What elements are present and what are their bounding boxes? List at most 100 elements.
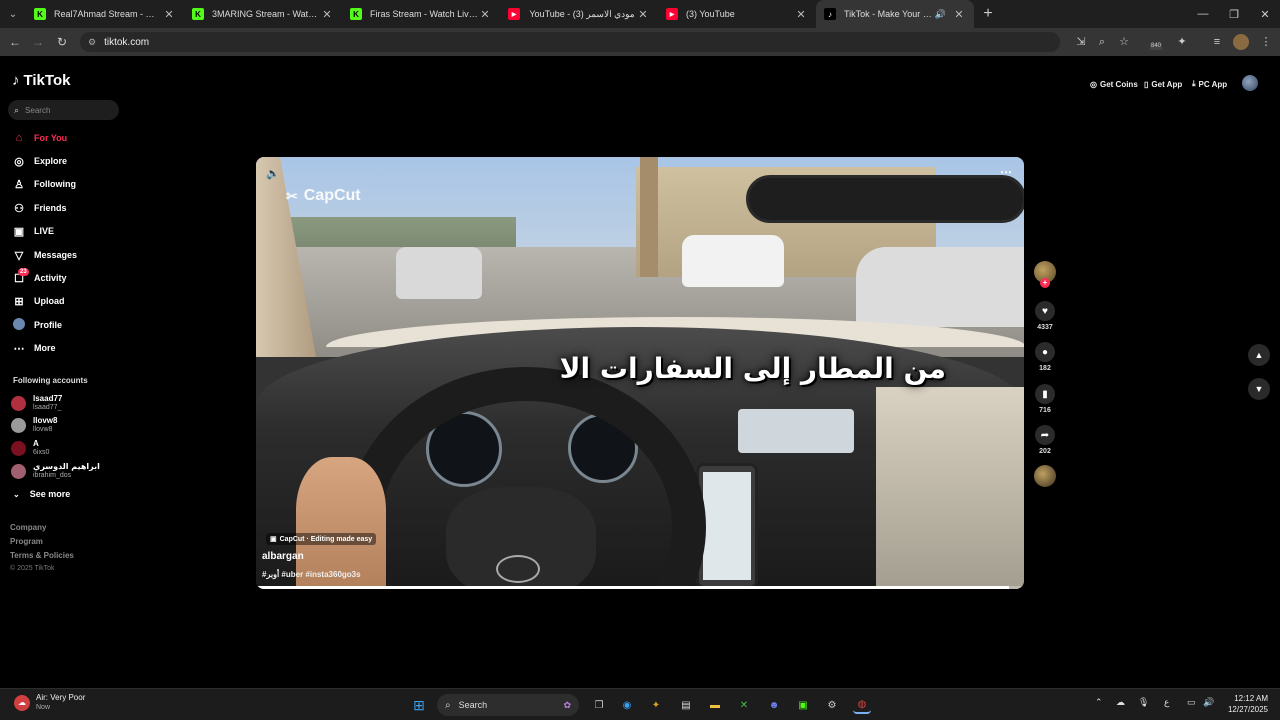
video-player[interactable]: ✂ CapCut من المطار إلى السفارات الا 🔈 ⋯ … bbox=[256, 157, 1024, 589]
following-account[interactable]: llovw8 llovw8 bbox=[11, 416, 57, 434]
address-bar[interactable]: ⚙ tiktok.com bbox=[80, 32, 1060, 52]
save-action[interactable]: ▮ 716 bbox=[1034, 384, 1056, 414]
video-progress-bar[interactable] bbox=[256, 586, 1024, 589]
share-action[interactable]: ➦ 202 bbox=[1034, 425, 1056, 455]
restore-icon[interactable]: ❐ bbox=[1219, 0, 1249, 28]
tray-chevron-icon[interactable]: ⌃ bbox=[1095, 697, 1103, 708]
forward-button[interactable]: → bbox=[26, 35, 50, 49]
copilot-icon[interactable]: ✦ bbox=[647, 696, 665, 714]
see-more-button[interactable]: ⌄ See more bbox=[13, 489, 70, 499]
footer-company-link[interactable]: Company bbox=[10, 523, 46, 532]
onedrive-icon[interactable]: ☁ bbox=[1116, 697, 1125, 708]
profile-avatar-icon[interactable] bbox=[1233, 34, 1249, 50]
chrome-icon[interactable]: ◍ bbox=[853, 696, 871, 714]
nav-more[interactable]: ⋯ More bbox=[12, 340, 56, 356]
sound-disc-icon[interactable] bbox=[1034, 465, 1056, 487]
install-app-icon[interactable]: ⇲ bbox=[1073, 34, 1089, 50]
nav-profile[interactable]: Profile bbox=[12, 317, 62, 333]
bookmark-icon[interactable]: ▮ bbox=[1035, 384, 1055, 404]
nav-following[interactable]: ♙ Following bbox=[12, 176, 76, 192]
search-highlight-icon: ✿ bbox=[563, 699, 571, 710]
nav-upload[interactable]: ⊞ Upload bbox=[12, 293, 64, 309]
friends-icon: ⚇ bbox=[14, 202, 24, 215]
video-hashtags[interactable]: #أوبر #uber #insta360go3s bbox=[262, 570, 361, 579]
nav-explore[interactable]: ◎ Explore bbox=[12, 153, 67, 169]
comment-action[interactable]: ● 182 bbox=[1034, 342, 1056, 372]
task-view-icon[interactable]: ❐ bbox=[590, 696, 608, 714]
user-avatar[interactable] bbox=[1242, 75, 1258, 91]
browser-tab[interactable]: K Real7Ahmad Stream - Watch Li ✕ bbox=[26, 0, 184, 28]
following-account[interactable]: ابراهيم الدوسري ibrahim_dos bbox=[11, 462, 100, 480]
close-tab-icon[interactable]: ✕ bbox=[952, 8, 966, 21]
share-icon[interactable]: ➦ bbox=[1035, 425, 1055, 445]
language-indicator[interactable]: ع bbox=[1164, 697, 1169, 708]
pc-app-button[interactable]: ⤓ PC App bbox=[1192, 78, 1227, 90]
app-icon[interactable]: ▣ bbox=[794, 696, 812, 714]
previous-video-button[interactable]: ▲ bbox=[1248, 344, 1270, 366]
taskbar-search[interactable]: ⌕ Search ✿ bbox=[437, 694, 579, 716]
browser-tab[interactable]: K 3MARING Stream - Watch Live ✕ bbox=[184, 0, 342, 28]
following-account[interactable]: lsaad77 lsaad77_ bbox=[11, 394, 62, 412]
close-tab-icon[interactable]: ✕ bbox=[162, 8, 176, 21]
nav-messages[interactable]: ▽ Messages bbox=[12, 247, 77, 263]
close-tab-icon[interactable]: ✕ bbox=[320, 8, 334, 21]
nav-for-you[interactable]: ⌂ For You bbox=[12, 130, 68, 146]
close-tab-icon[interactable]: ✕ bbox=[478, 8, 492, 21]
follow-plus-icon[interactable]: + bbox=[1040, 278, 1050, 288]
footer-program-link[interactable]: Program bbox=[10, 537, 43, 546]
volume-icon[interactable]: 🔈 bbox=[266, 167, 280, 180]
close-tab-icon[interactable]: ✕ bbox=[794, 8, 808, 21]
reload-button[interactable]: ↻ bbox=[50, 35, 74, 49]
new-tab-button[interactable]: + bbox=[974, 5, 1002, 23]
network-icon[interactable]: ▭ bbox=[1187, 697, 1196, 708]
nav-friends[interactable]: ⚇ Friends bbox=[12, 200, 66, 216]
close-window-icon[interactable]: ✕ bbox=[1250, 0, 1280, 28]
extension-icon[interactable]: 840 bbox=[1149, 34, 1165, 50]
browser-tab[interactable]: ▶ (3) YouTube ✕ bbox=[658, 0, 816, 28]
video-author[interactable]: albargan bbox=[262, 551, 304, 562]
zoom-icon[interactable]: ⌕ bbox=[1094, 34, 1110, 50]
next-video-button[interactable]: ▼ bbox=[1248, 378, 1270, 400]
tiktok-logo[interactable]: ♪ TikTok bbox=[12, 72, 70, 89]
get-app-button[interactable]: ▯ Get App bbox=[1144, 78, 1182, 90]
capcut-anchor-tag[interactable]: ▣ CapCut · Editing made easy bbox=[266, 533, 377, 545]
tab-search-button[interactable]: ⌄ bbox=[0, 0, 26, 28]
browser-tab-active[interactable]: ♪ TikTok - Make Your Day 🔊 ✕ bbox=[816, 0, 974, 28]
nav-activity[interactable]: ☐ 23 Activity bbox=[12, 267, 67, 286]
browser-tab[interactable]: K Firas Stream - Watch Live on Ki ✕ bbox=[342, 0, 500, 28]
minimize-icon[interactable]: — bbox=[1188, 0, 1218, 28]
extensions-puzzle-icon[interactable]: ✦ bbox=[1174, 34, 1190, 50]
get-coins-button[interactable]: ◎ Get Coins bbox=[1090, 78, 1138, 90]
comment-icon[interactable]: ● bbox=[1035, 342, 1055, 362]
account-name: ابراهيم الدوسري bbox=[33, 462, 100, 471]
like-action[interactable]: ♥ 4337 bbox=[1034, 301, 1056, 331]
windows-start-icon[interactable]: ⊞ bbox=[410, 696, 428, 714]
following-account[interactable]: A 6ixs0 bbox=[11, 439, 49, 457]
microphone-icon[interactable]: 🎙 bbox=[1138, 697, 1149, 708]
steam-icon[interactable]: ⚙ bbox=[823, 696, 841, 714]
nav-live[interactable]: ▣ LIVE bbox=[12, 223, 54, 239]
weather-widget[interactable]: ☁ Air: Very Poor Now bbox=[14, 693, 85, 713]
clock-date: 12/27/2025 bbox=[1227, 705, 1268, 714]
system-clock[interactable]: 12:12 AM 12/27/2025 bbox=[1224, 693, 1268, 715]
live-icon: ▣ bbox=[13, 225, 25, 238]
browser-tab[interactable]: ▶ YouTube - (3) مودي الاسمر ✕ bbox=[500, 0, 658, 28]
edge-icon[interactable]: ◉ bbox=[618, 696, 636, 714]
close-tab-icon[interactable]: ✕ bbox=[636, 8, 650, 21]
bookmark-star-icon[interactable]: ☆ bbox=[1116, 34, 1132, 50]
video-more-icon[interactable]: ⋯ bbox=[1000, 165, 1012, 179]
xbox-icon[interactable]: ✕ bbox=[735, 696, 753, 714]
store-icon[interactable]: ▤ bbox=[677, 696, 695, 714]
browser-menu-icon[interactable]: ⋮ bbox=[1258, 34, 1274, 50]
discord-icon[interactable]: ☻ bbox=[765, 696, 783, 714]
tab-list-icon[interactable]: ≡ bbox=[1209, 34, 1225, 50]
speaker-icon[interactable]: 🔊 bbox=[1203, 697, 1214, 708]
footer-terms-link[interactable]: Terms & Policies bbox=[10, 551, 74, 560]
audio-playing-icon[interactable]: 🔊 bbox=[935, 9, 946, 20]
chevron-down-icon: ▼ bbox=[1254, 384, 1264, 394]
site-info-icon[interactable]: ⚙ bbox=[88, 37, 96, 48]
heart-icon[interactable]: ♥ bbox=[1035, 301, 1055, 321]
search-input[interactable]: ⌕ Search bbox=[8, 100, 119, 120]
file-explorer-icon[interactable]: ▬ bbox=[706, 696, 724, 714]
back-button[interactable]: ← bbox=[3, 35, 27, 49]
